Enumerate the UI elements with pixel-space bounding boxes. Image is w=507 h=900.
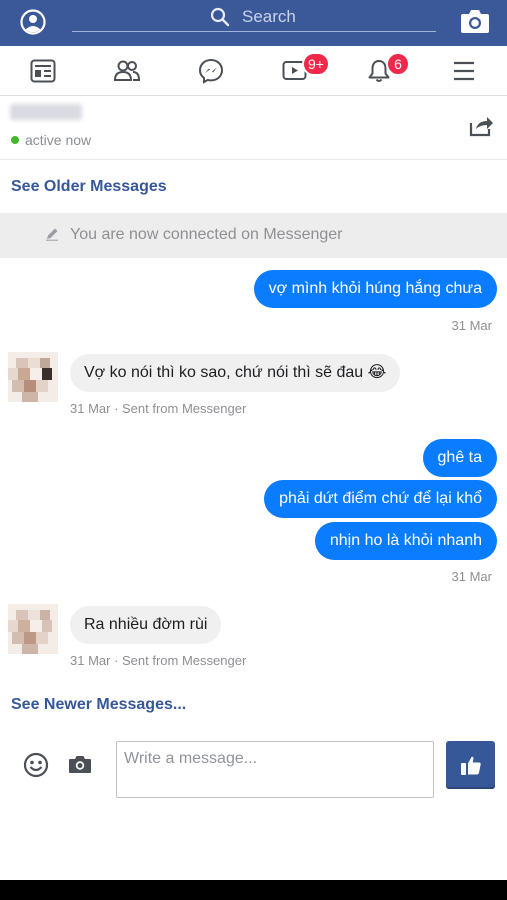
contact-name-redacted (10, 104, 82, 120)
active-status: active now (11, 132, 91, 148)
emoji-icon[interactable] (23, 752, 49, 778)
thumbs-up-icon (460, 756, 481, 775)
connected-notice: You are now connected on Messenger (0, 213, 507, 258)
message-input[interactable] (116, 741, 434, 798)
pencil-icon (46, 228, 58, 241)
message-meta: 31 Mar · Sent from Messenger (70, 401, 247, 416)
share-icon[interactable] (468, 114, 494, 138)
connected-notice-text: You are now connected on Messenger (70, 226, 343, 243)
see-newer-messages-link[interactable]: See Newer Messages... (11, 696, 186, 714)
notifications-badge: 6 (386, 52, 410, 76)
hamburger-menu-icon (454, 61, 474, 80)
top-bar: Search (0, 0, 507, 46)
news-feed-icon (30, 59, 56, 82)
message-bubble-incoming[interactable]: Ra nhiều đờm rùi (70, 606, 222, 644)
tab-friends[interactable] (97, 46, 157, 95)
online-dot (11, 136, 19, 144)
tab-bar: 9+ 6 (0, 46, 507, 96)
message-timestamp: 31 Mar (451, 318, 492, 333)
tab-menu[interactable] (434, 46, 494, 95)
message-meta: 31 Mar · Sent from Messenger (70, 653, 247, 668)
search-underline (72, 31, 436, 32)
search-icon[interactable] (210, 7, 230, 27)
tab-news-feed[interactable] (13, 46, 73, 95)
camera-icon[interactable] (68, 754, 92, 774)
message-timestamp: 31 Mar (451, 569, 492, 584)
messenger-icon (198, 58, 224, 84)
message-bubble-outgoing[interactable]: ghê ta (422, 439, 497, 477)
system-bottom-bar (0, 880, 507, 900)
tab-messenger[interactable] (181, 46, 241, 95)
like-button[interactable] (446, 741, 495, 789)
camera-icon[interactable] (460, 8, 490, 34)
avatar (8, 604, 58, 654)
conversation-header: active now (0, 96, 507, 160)
profile-icon[interactable] (20, 9, 46, 35)
message-bubble-outgoing[interactable]: vợ mình khỏi húng hắng chưa (253, 270, 497, 308)
message-bubble-incoming[interactable]: Vợ ko nói thì ko sao, chứ nói thì sẽ đau… (70, 354, 401, 392)
search-placeholder[interactable]: Search (242, 7, 296, 27)
message-bubble-outgoing[interactable]: nhịn ho là khỏi nhanh (314, 522, 497, 560)
friends-icon (113, 60, 141, 81)
avatar (8, 352, 58, 402)
see-older-messages-link[interactable]: See Older Messages (11, 178, 167, 196)
watch-badge: 9+ (302, 52, 330, 76)
active-status-text: active now (25, 132, 92, 148)
message-bubble-outgoing[interactable]: phải dứt điểm chứ để lại khổ (264, 480, 497, 518)
